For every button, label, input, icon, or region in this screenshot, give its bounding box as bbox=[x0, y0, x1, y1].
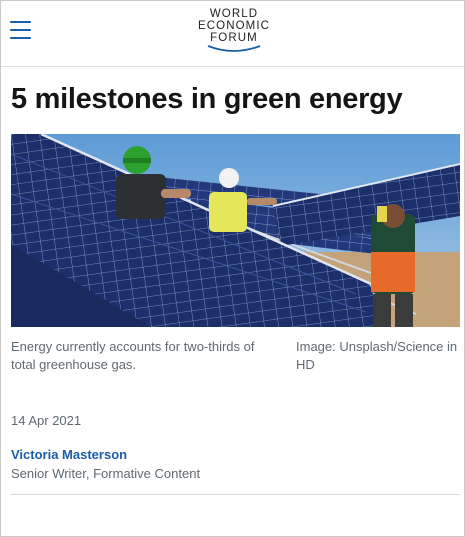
image-caption: Energy currently accounts for two-thirds… bbox=[11, 339, 255, 372]
logo-line-3: FORUM bbox=[210, 32, 258, 44]
logo-arc-icon bbox=[207, 45, 261, 52]
logo-line-2: ECONOMIC bbox=[197, 20, 271, 32]
author-name-link[interactable]: Victoria Masterson bbox=[11, 447, 127, 462]
hamburger-menu-icon[interactable] bbox=[10, 21, 31, 39]
publish-date: 14 Apr 2021 bbox=[11, 413, 82, 428]
site-header: WORLD ECONOMIC FORUM bbox=[1, 1, 464, 67]
divider bbox=[11, 494, 460, 495]
author-role: Senior Writer, Formative Content bbox=[11, 466, 201, 481]
wef-logo[interactable]: WORLD ECONOMIC FORUM bbox=[191, 8, 277, 54]
logo-line-1: WORLD bbox=[209, 8, 259, 20]
article-title: 5 milestones in green energy bbox=[11, 83, 403, 115]
hero-image bbox=[11, 134, 460, 327]
image-credit: Image: Unsplash/Science in HD bbox=[296, 339, 458, 372]
